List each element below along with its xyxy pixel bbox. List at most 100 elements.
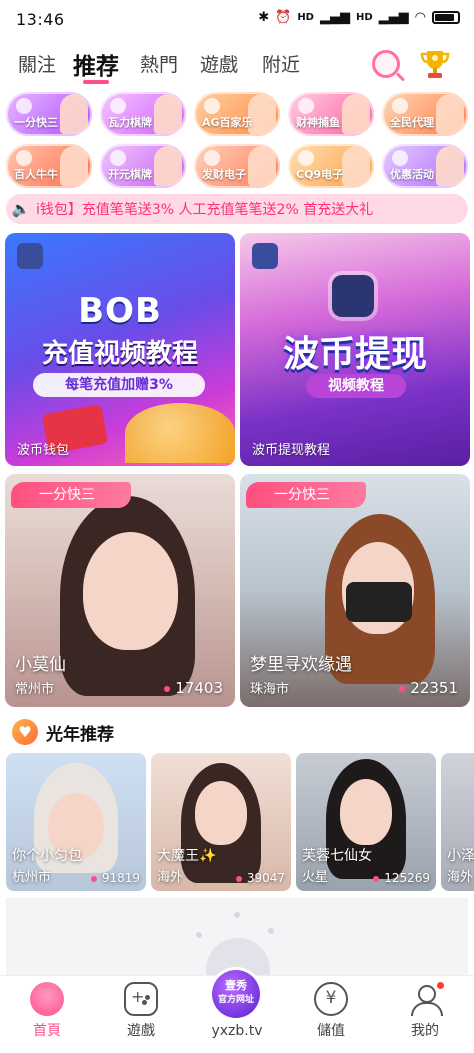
nav-games[interactable]: 遊戲 — [94, 982, 188, 1040]
banner-wallet-tutorial[interactable]: BOB 充值视频教程 每笔充值加赠3% 波币钱包 — [5, 233, 235, 466]
shortcut-figure — [154, 94, 182, 134]
trophy-icon[interactable] — [418, 47, 452, 81]
tab-hot[interactable]: 熱門 — [140, 50, 178, 77]
wifi-icon: ◠ — [414, 10, 426, 25]
tab-nearby[interactable]: 附近 — [262, 50, 300, 77]
streamer-name: 小莫仙 — [15, 655, 66, 675]
signal-bars-icon: ▂▄▆ — [319, 10, 350, 25]
shortcut-figure — [436, 146, 464, 186]
nav-deposit[interactable]: 儲值 — [284, 982, 378, 1040]
shortcut-label: 开元棋牌 — [108, 168, 152, 181]
shortcut-promo[interactable]: 优惠活动 — [382, 144, 468, 188]
banner-subtitle: 充值视频教程 — [41, 339, 198, 369]
shortcut-figure — [60, 146, 88, 186]
speaker-icon: 🔈 — [11, 200, 31, 218]
shortcut-orb — [16, 98, 32, 114]
banner-bonus: 每笔充值加赠3% — [33, 373, 205, 397]
bluetooth-icon: ✱ — [258, 10, 270, 25]
shortcut-label: 财神捕鱼 — [296, 116, 340, 129]
tab-games[interactable]: 遊戲 — [200, 50, 238, 77]
loading-placeholder — [6, 898, 468, 978]
game-tag: 一分快三 — [11, 482, 131, 508]
streamer-name: 芙蓉七仙女 — [302, 848, 372, 864]
tab-recommend[interactable]: 推荐 — [73, 47, 119, 81]
streamer-card[interactable]: 一分快三 小莫仙 常州市 17403 — [5, 474, 235, 707]
section-title: 光年推荐 — [46, 724, 114, 745]
viewer-count: 91819 — [91, 871, 140, 885]
streamer-name: 小泽 — [447, 848, 474, 864]
nav-label: 首頁 — [33, 1023, 61, 1039]
home-icon — [30, 982, 64, 1016]
shortcut-label: 优惠活动 — [390, 168, 434, 181]
viewer-count: 125269 — [373, 871, 430, 885]
streamer-name: 大魔王✨ — [157, 848, 217, 864]
signal-icon: HD — [297, 12, 314, 23]
active-tab-indicator — [83, 80, 109, 84]
notification-dot — [435, 980, 446, 991]
nav-label: 遊戲 — [127, 1023, 155, 1039]
shortcut-cq9[interactable]: CQ9电子 — [288, 144, 374, 188]
shortcut-fishing[interactable]: 财神捕鱼 — [288, 92, 374, 136]
nav-label: 儲值 — [317, 1023, 345, 1039]
logo-line-1: 壹秀 — [225, 979, 247, 992]
nav-profile[interactable]: 我的 — [378, 980, 472, 1040]
section-header: ♥ 光年推荐 — [12, 718, 114, 746]
viewer-count: 22351 — [399, 679, 458, 697]
shortcut-figure — [342, 94, 370, 134]
site-logo-icon[interactable]: 壹秀 官方网址 — [212, 970, 260, 1018]
shortcut-k3[interactable]: 一分快三 — [6, 92, 92, 136]
shortcut-figure — [154, 146, 182, 186]
alarm-icon: ⏰ — [275, 10, 292, 25]
signal-icon-2: HD — [355, 12, 373, 23]
shortcut-kaiyuan[interactable]: 开元棋牌 — [100, 144, 186, 188]
bottom-nav: 首頁 遊戲 壹秀 官方网址 yxzb.tv 儲值 我的 — [0, 970, 474, 1053]
shortcut-figure — [248, 146, 276, 186]
status-time: 13:46 — [16, 10, 65, 29]
tab-following[interactable]: 關注 — [18, 50, 56, 77]
shortcut-agent[interactable]: 全民代理 — [382, 92, 468, 136]
nav-label: 我的 — [411, 1023, 439, 1039]
banner-withdraw-tutorial[interactable]: 波币提现 视频教程 波币提现教程 — [240, 233, 470, 466]
banner-caption: 波币提现教程 — [252, 443, 331, 458]
status-icons: ✱ ⏰ HD ▂▄▆ HD ▂▄▆ ◠ — [258, 10, 460, 25]
streamer-city: 海外 — [447, 870, 474, 885]
shortcut-ag[interactable]: AG百家乐 — [194, 92, 280, 136]
recommend-card[interactable]: 大魔王✨ 海外 39047 — [151, 753, 291, 891]
shortcut-label: AG百家乐 — [202, 116, 253, 129]
top-tabs: 關注 推荐 熱門 遊戲 附近 — [0, 42, 474, 88]
shortcut-niuniu[interactable]: 百人牛牛 — [6, 144, 92, 188]
shortcut-orb — [110, 98, 126, 114]
shortcut-orb — [298, 98, 314, 114]
heart-icon: ♥ — [12, 719, 38, 745]
banner-headline: 波币提现 — [282, 334, 427, 375]
shortcut-label: 百人牛牛 — [14, 168, 58, 181]
streamer-face — [195, 781, 247, 845]
app-logo-large-icon — [332, 275, 374, 317]
streamer-card[interactable]: 一分快三 梦里寻欢缘遇 珠海市 22351 — [240, 474, 470, 707]
star-dot — [234, 912, 240, 918]
recommend-card[interactable]: 芙蓉七仙女 火星 125269 — [296, 753, 436, 891]
recommend-card[interactable]: 你个小匀包 杭州市 91819 — [6, 753, 146, 891]
notice-text: i钱包】充值笔笔送3% 人工充值笔笔送2% 首充送大礼 — [36, 202, 374, 218]
shortcut-wali[interactable]: 瓦力棋牌 — [100, 92, 186, 136]
site-url-label[interactable]: yxzb.tv — [190, 1023, 284, 1039]
shortcut-label: 全民代理 — [390, 116, 434, 129]
shortcut-facai[interactable]: 发财电子 — [194, 144, 280, 188]
signal-bars-icon-2: ▂▄▆ — [378, 10, 409, 25]
streamer-name: 你个小匀包 — [12, 848, 82, 864]
shortcut-label: CQ9电子 — [296, 168, 344, 181]
app-logo-icon — [252, 243, 278, 269]
recommend-card[interactable]: 小泽 海外 — [441, 753, 474, 891]
star-dot — [268, 928, 274, 934]
banner-caption: 波币钱包 — [17, 443, 70, 458]
star-dot — [196, 932, 202, 938]
streamer-city: 火星 — [302, 870, 329, 885]
wallet-icon — [314, 982, 348, 1016]
shortcut-label: 瓦力棋牌 — [108, 116, 152, 129]
search-icon[interactable] — [372, 50, 400, 78]
banner-headline: BOB — [78, 291, 162, 331]
shortcut-orb — [110, 150, 126, 166]
nav-home[interactable]: 首頁 — [0, 982, 94, 1040]
streamer-face — [83, 532, 178, 650]
notice-bar[interactable]: 🔈 i钱包】充值笔笔送3% 人工充值笔笔送2% 首充送大礼 — [6, 194, 468, 224]
